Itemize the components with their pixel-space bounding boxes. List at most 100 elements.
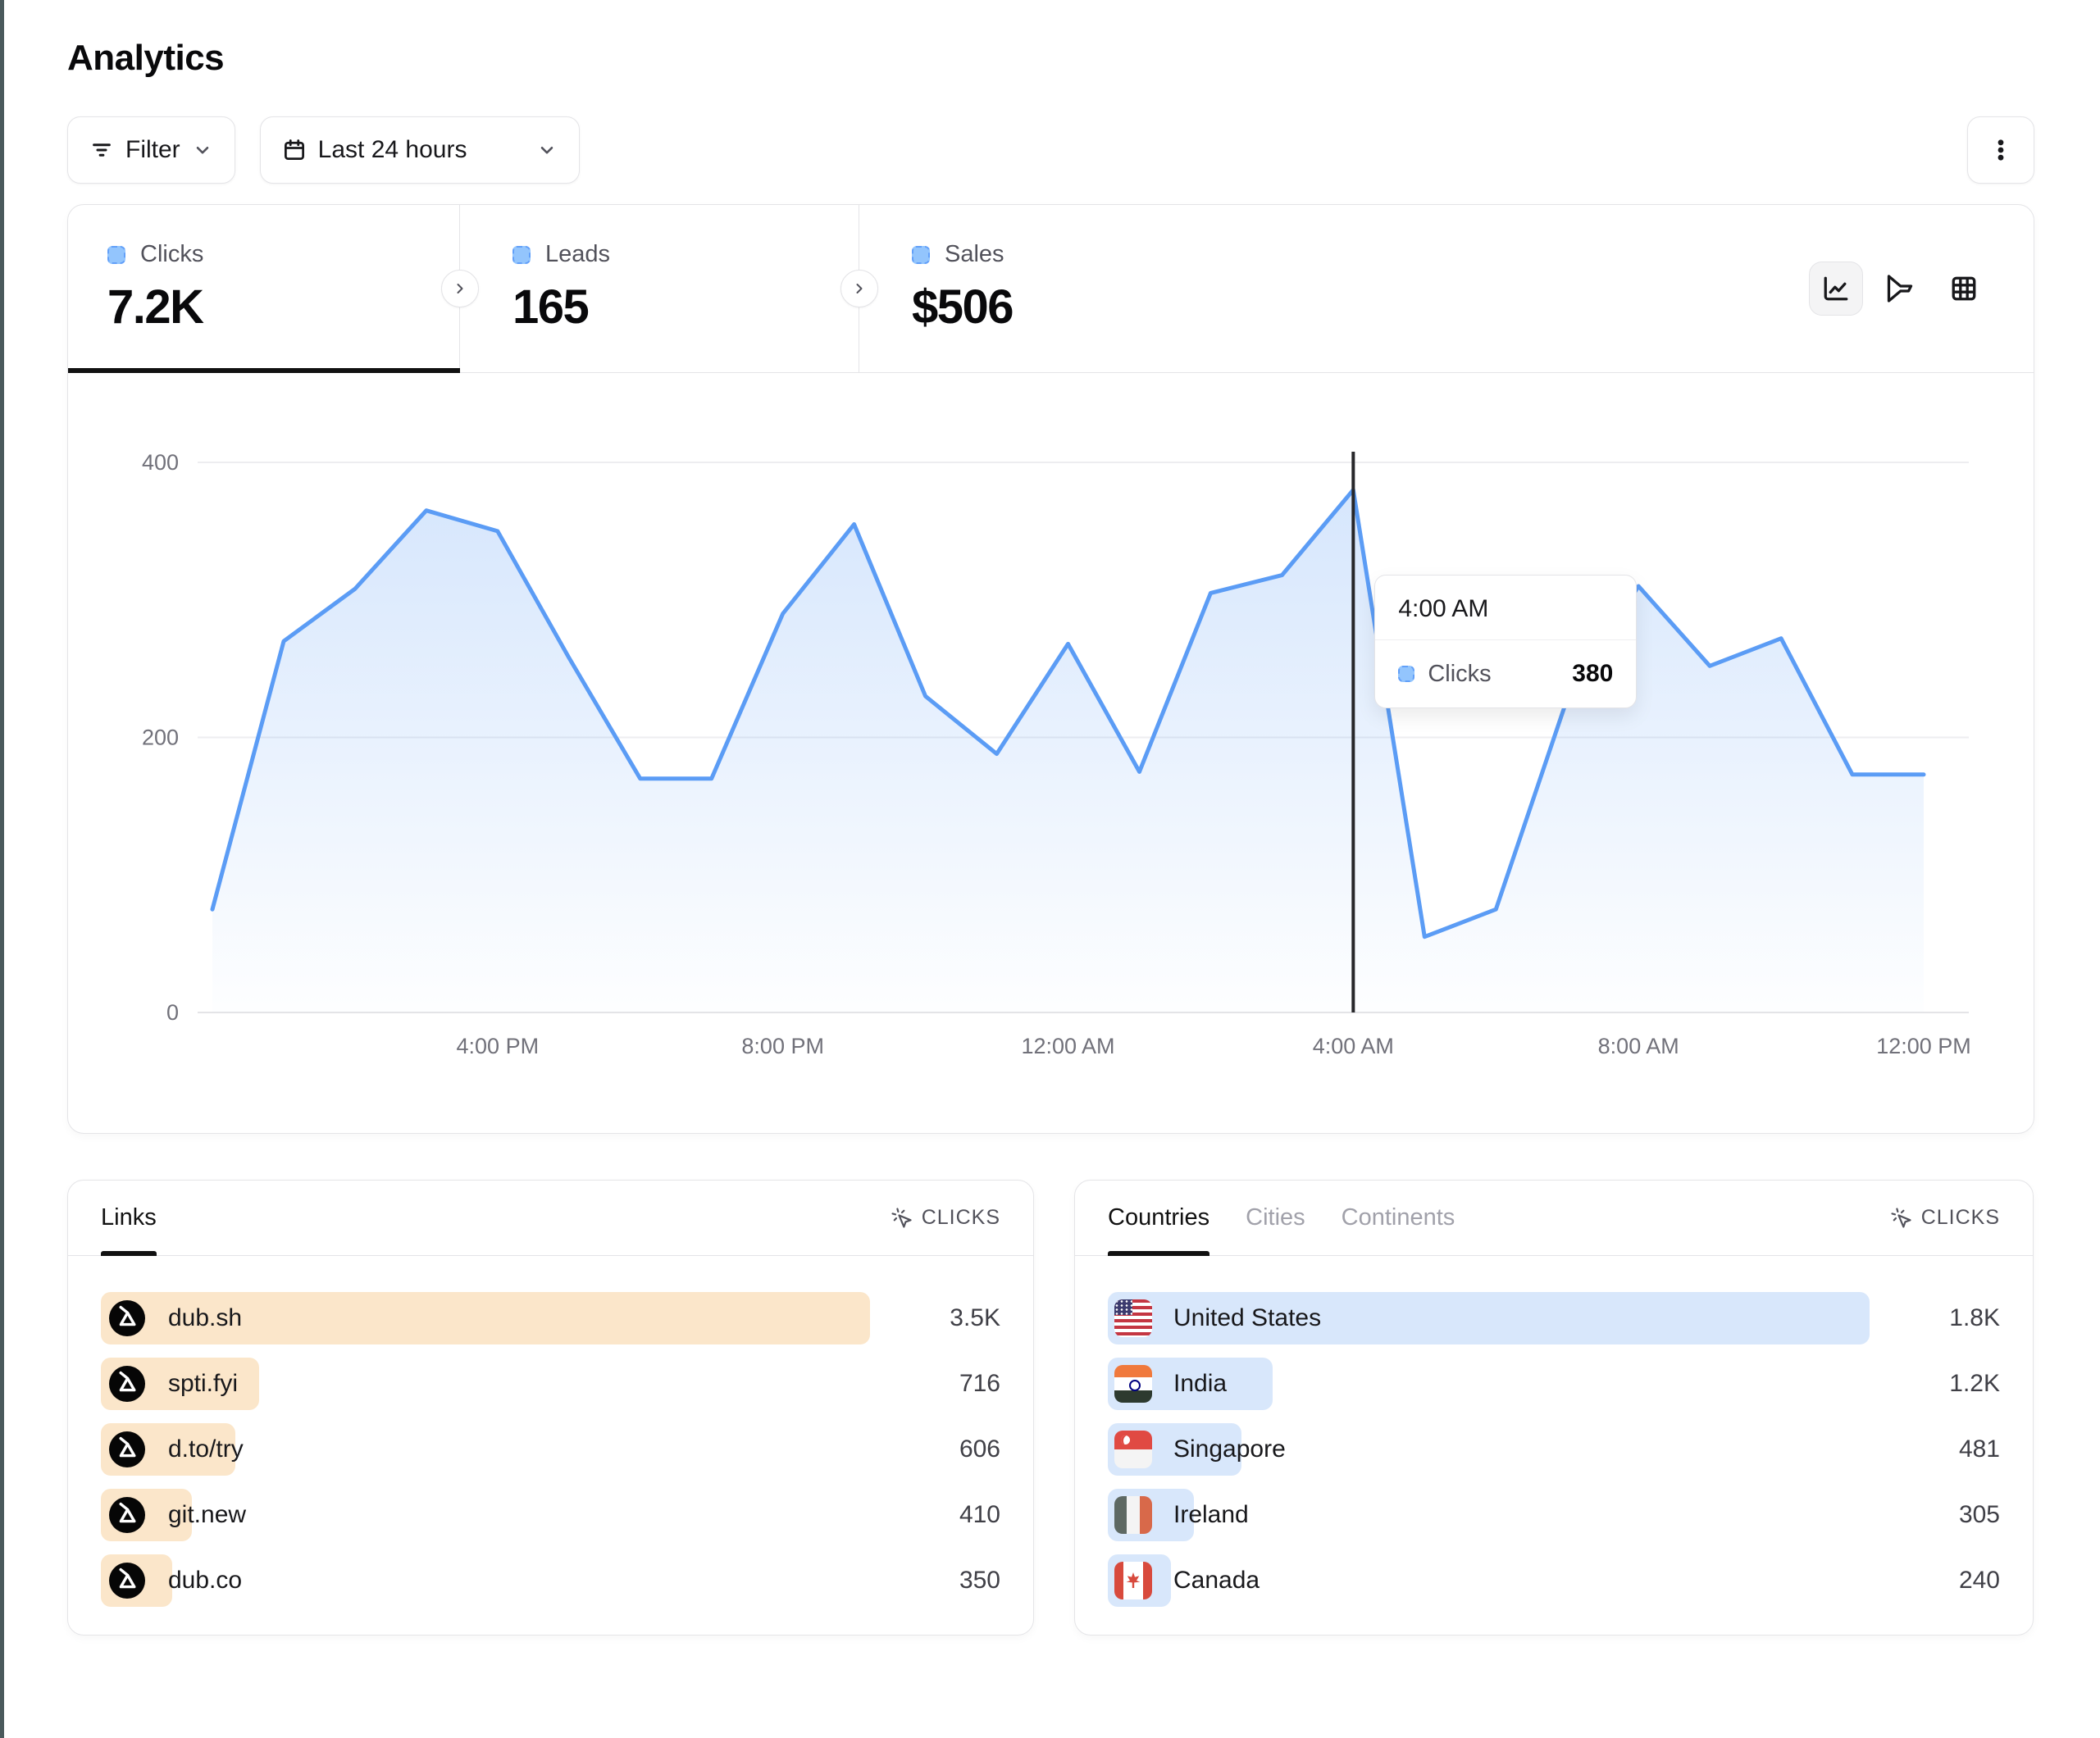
tab-countries[interactable]: Countries xyxy=(1108,1181,1209,1255)
stat-tab-leads[interactable]: Leads 165 xyxy=(460,205,859,372)
country-row[interactable]: Singapore481 xyxy=(1108,1423,2000,1476)
country-row[interactable]: India1.2K xyxy=(1108,1358,2000,1410)
tooltip-series-label: Clicks xyxy=(1428,661,1491,688)
clicks-value: 3.5K xyxy=(950,1304,1000,1332)
dub-logo-icon xyxy=(107,1495,147,1535)
link-label: d.to/try xyxy=(168,1435,244,1463)
expand-stat-chevron-button[interactable] xyxy=(441,270,479,307)
links-tabs: Links xyxy=(101,1181,157,1255)
expand-stat-chevron-button[interactable] xyxy=(840,270,878,307)
clicks-value: 716 xyxy=(959,1370,1000,1398)
link-row[interactable]: d.to/try 606 xyxy=(101,1423,1000,1476)
funnel-view-button[interactable] xyxy=(1873,262,1927,316)
tab-links[interactable]: Links xyxy=(101,1181,157,1255)
svg-text:12:00 PM: 12:00 PM xyxy=(1876,1034,1971,1058)
flag-icon-sg xyxy=(1114,1431,1152,1468)
cursor-click-icon xyxy=(891,1207,913,1230)
svg-text:4:00 AM: 4:00 AM xyxy=(1313,1034,1394,1058)
legend-square-icon xyxy=(107,246,125,264)
clicks-area-chart[interactable]: 02004004:00 PM8:00 PM12:00 AM4:00 AM8:00… xyxy=(68,373,2034,1132)
analytics-chart-card: Clicks7.2KLeads165Sales$506 xyxy=(67,204,2034,1134)
link-row[interactable]: dub.sh 3.5K xyxy=(101,1292,1000,1344)
stat-label: Clicks xyxy=(140,241,203,268)
tab-continents[interactable]: Continents xyxy=(1342,1181,1455,1255)
links-rows: dub.sh 3.5K spti.fyi716 d.to/try 606 git.new 4… xyxy=(68,1256,1033,1607)
more-options-button[interactable] xyxy=(1967,116,2034,184)
breakdown-panels: Links CLICKS dub.sh 3.5K spti.fyi716 d.to/t… xyxy=(67,1180,2034,1636)
clicks-value: 606 xyxy=(959,1435,1000,1463)
chart-tooltip: 4:00 AM Clicks 380 xyxy=(1374,575,1637,708)
chart-view-toggles xyxy=(1809,262,1991,316)
filter-lines-icon xyxy=(89,138,114,162)
link-label: dub.co xyxy=(168,1567,242,1595)
clicks-value: 240 xyxy=(1959,1567,2000,1595)
dub-logo-icon xyxy=(107,1561,147,1600)
stat-tab-clicks[interactable]: Clicks 7.2K xyxy=(68,205,460,372)
filter-button-label: Filter xyxy=(125,136,180,164)
metric-label: CLICKS xyxy=(922,1206,1000,1230)
toolbar: Filter Last 24 hours xyxy=(67,116,2034,184)
link-row[interactable]: dub.co350 xyxy=(101,1554,1000,1607)
link-row[interactable]: git.new 410 xyxy=(101,1489,1000,1541)
country-label: Singapore xyxy=(1173,1435,1286,1463)
countries-rows: United States1.8K India1.2K Singapore481 Ir… xyxy=(1075,1256,2033,1607)
countries-panel-header: Countries Cities Continents CLICKS xyxy=(1075,1181,2033,1256)
tooltip-time: 4:00 AM xyxy=(1375,576,1636,640)
flag-icon-ca xyxy=(1114,1562,1152,1599)
svg-text:0: 0 xyxy=(166,1000,179,1025)
legend-square-icon xyxy=(512,246,531,264)
clicks-metric-header[interactable]: CLICKS xyxy=(891,1206,1000,1230)
clicks-metric-header[interactable]: CLICKS xyxy=(1890,1206,2000,1230)
stats-tabs-row: Clicks7.2KLeads165Sales$506 xyxy=(68,205,2034,373)
legend-square-icon xyxy=(912,246,930,264)
dub-logo-icon xyxy=(107,1364,147,1404)
dub-logo-icon xyxy=(107,1299,147,1338)
link-label: dub.sh xyxy=(168,1304,242,1332)
link-label: git.new xyxy=(168,1501,246,1529)
line-chart-icon xyxy=(1821,274,1851,303)
analytics-page: Analytics Filter Last 24 hours xyxy=(0,0,2100,1636)
svg-text:8:00 AM: 8:00 AM xyxy=(1598,1034,1679,1058)
svg-text:4:00 PM: 4:00 PM xyxy=(457,1034,540,1058)
date-range-label: Last 24 hours xyxy=(318,136,467,164)
countries-tabs: Countries Cities Continents xyxy=(1108,1181,1455,1255)
country-label: Canada xyxy=(1173,1567,1260,1595)
stat-label: Leads xyxy=(545,241,610,268)
filter-button[interactable]: Filter xyxy=(67,116,235,184)
country-row[interactable]: Canada 240 xyxy=(1108,1554,2000,1607)
dub-logo-icon xyxy=(107,1430,147,1469)
tooltip-value: 380 xyxy=(1572,660,1613,688)
stat-value: 7.2K xyxy=(107,280,459,334)
link-row[interactable]: spti.fyi716 xyxy=(101,1358,1000,1410)
clicks-legend-square-icon xyxy=(1398,666,1414,682)
flag-icon-in xyxy=(1114,1365,1152,1403)
svg-text:400: 400 xyxy=(142,450,179,475)
stat-label: Sales xyxy=(945,241,1004,268)
funnel-icon xyxy=(1885,274,1915,303)
clicks-value: 305 xyxy=(1959,1501,2000,1529)
calendar-icon xyxy=(282,138,307,162)
table-view-button[interactable] xyxy=(1937,262,1991,316)
chevron-down-icon xyxy=(192,139,213,161)
date-range-button[interactable]: Last 24 hours xyxy=(260,116,580,184)
flag-icon-ie xyxy=(1114,1496,1152,1534)
tab-cities[interactable]: Cities xyxy=(1246,1181,1305,1255)
countries-panel: Countries Cities Continents CLICKS United … xyxy=(1074,1180,2034,1636)
clicks-value: 1.2K xyxy=(1949,1370,2000,1398)
kebab-menu-icon xyxy=(1987,136,2015,164)
links-panel: Links CLICKS dub.sh 3.5K spti.fyi716 d.to/t… xyxy=(67,1180,1034,1636)
links-panel-header: Links CLICKS xyxy=(68,1181,1033,1256)
country-label: United States xyxy=(1173,1304,1321,1332)
clicks-value: 410 xyxy=(959,1501,1000,1529)
metric-label: CLICKS xyxy=(1921,1206,2000,1230)
grid-table-icon xyxy=(1949,274,1979,303)
chevron-down-icon xyxy=(536,139,558,161)
flag-icon-us xyxy=(1114,1299,1152,1337)
active-stat-underline xyxy=(68,368,460,373)
country-row[interactable]: United States1.8K xyxy=(1108,1292,2000,1344)
country-row[interactable]: Ireland 305 xyxy=(1108,1489,2000,1541)
left-edge-accent xyxy=(0,0,4,1738)
stat-value: 165 xyxy=(512,280,859,334)
country-label: Ireland xyxy=(1173,1501,1249,1529)
line-chart-view-button[interactable] xyxy=(1809,262,1863,316)
